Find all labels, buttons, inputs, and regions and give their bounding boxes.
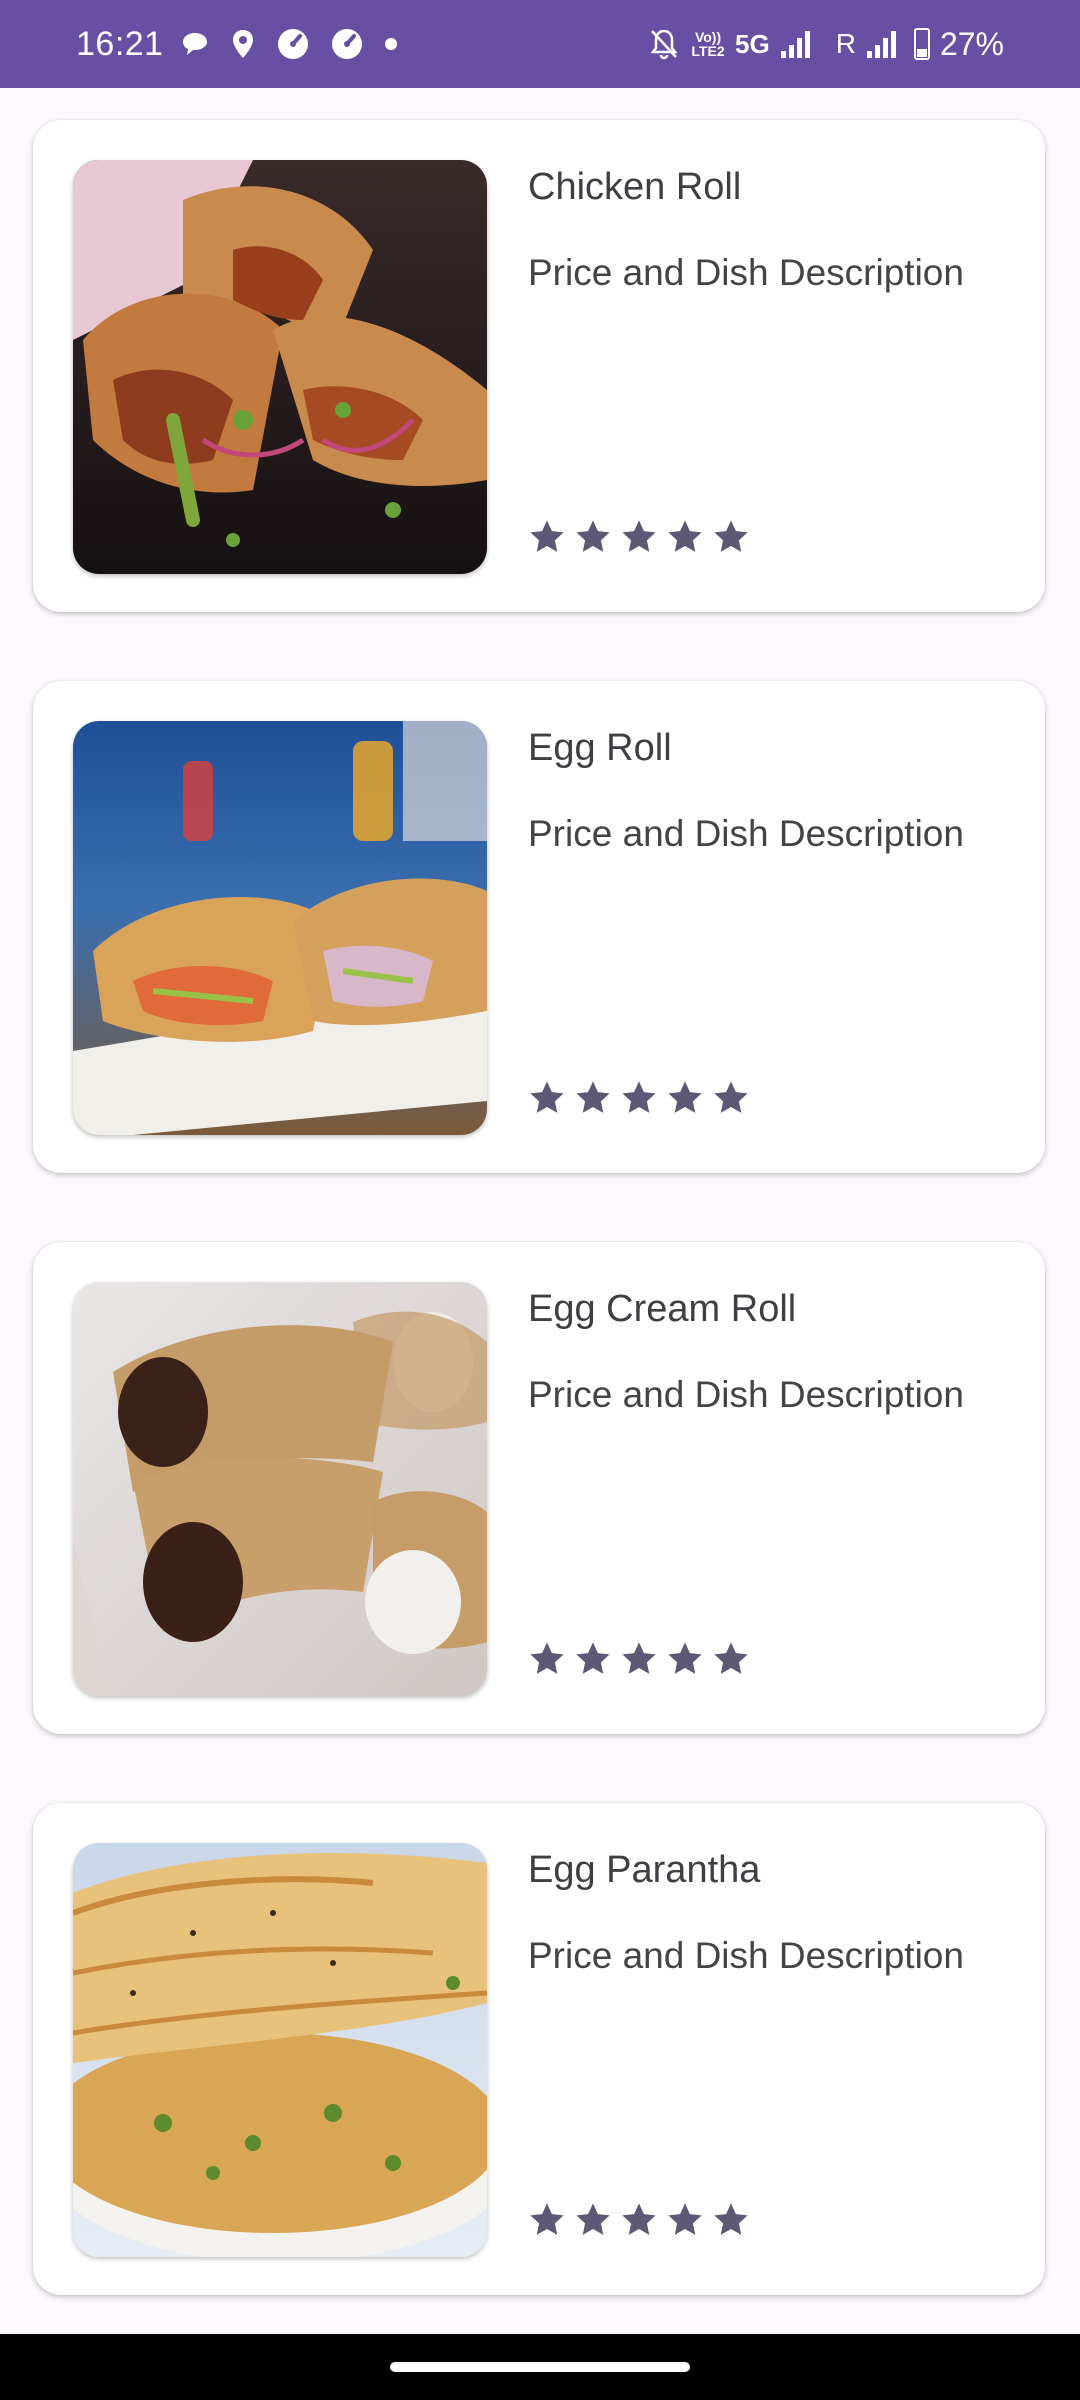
star-icon[interactable]: [528, 1640, 566, 1678]
star-icon[interactable]: [712, 1640, 750, 1678]
star-icon[interactable]: [712, 1079, 750, 1117]
volte-indicator: Vo)) LTE2: [691, 30, 725, 58]
dish-title: Egg Parantha: [528, 1849, 761, 1891]
dish-title: Egg Roll: [528, 727, 672, 769]
status-bar: 16:21 Vo)) LTE2 5G R 27%: [0, 0, 1080, 88]
dish-title: Chicken Roll: [528, 166, 742, 208]
dish-image-egg-cream-roll: [73, 1282, 487, 1696]
star-icon[interactable]: [666, 2201, 704, 2239]
signal-strength-icon-2: [866, 31, 896, 58]
speed-gauge-icon: [278, 29, 308, 59]
star-icon[interactable]: [528, 1079, 566, 1117]
signal-strength-icon: [780, 31, 810, 58]
system-icons: Vo)) LTE2 5G R 27%: [647, 22, 1004, 66]
dish-description: Price and Dish Description: [528, 1374, 964, 1415]
star-icon[interactable]: [620, 1079, 658, 1117]
speed-gauge-icon: [332, 29, 362, 59]
dot-icon: [385, 38, 397, 50]
navigation-bar: [0, 2334, 1080, 2400]
rating-stars[interactable]: [528, 1640, 750, 1678]
battery-percent: 27%: [939, 25, 1004, 62]
volte-bottom-label: LTE2: [691, 43, 725, 59]
star-icon[interactable]: [574, 1640, 612, 1678]
star-icon[interactable]: [528, 2201, 566, 2239]
star-icon[interactable]: [574, 2201, 612, 2239]
network-type: 5G: [735, 28, 770, 59]
rating-stars[interactable]: [528, 1079, 750, 1117]
location-pin-icon: [233, 30, 253, 58]
rating-stars[interactable]: [528, 518, 750, 556]
dish-description: Price and Dish Description: [528, 813, 964, 854]
star-icon[interactable]: [574, 1079, 612, 1117]
dish-title: Egg Cream Roll: [528, 1288, 797, 1330]
dish-card-chicken-roll[interactable]: Chicken Roll Price and Dish Description: [33, 120, 1045, 612]
dish-image-egg-parantha: [73, 1843, 487, 2257]
rating-stars[interactable]: [528, 2201, 750, 2239]
dish-description: Price and Dish Description: [528, 1935, 964, 1976]
status-time: 16:21: [76, 25, 164, 63]
chat-bubble-icon: [183, 33, 207, 55]
star-icon[interactable]: [712, 518, 750, 556]
star-icon[interactable]: [620, 1640, 658, 1678]
home-gesture-handle[interactable]: [390, 2362, 690, 2372]
dish-image-egg-roll: [73, 721, 487, 1135]
dish-image-chicken-roll: [73, 160, 487, 574]
notification-icons: [180, 26, 398, 62]
star-icon[interactable]: [574, 518, 612, 556]
battery-icon: [913, 28, 930, 60]
star-icon[interactable]: [620, 518, 658, 556]
dish-card-egg-roll[interactable]: Egg Roll Price and Dish Description: [33, 681, 1045, 1173]
star-icon[interactable]: [620, 2201, 658, 2239]
star-icon[interactable]: [528, 518, 566, 556]
bell-muted-icon: [650, 29, 678, 60]
dish-description: Price and Dish Description: [528, 252, 964, 293]
star-icon[interactable]: [666, 1079, 704, 1117]
roaming-indicator: R: [835, 28, 856, 59]
star-icon[interactable]: [666, 518, 704, 556]
star-icon[interactable]: [712, 2201, 750, 2239]
dish-card-egg-parantha[interactable]: Egg Parantha Price and Dish Description: [33, 1803, 1045, 2295]
star-icon[interactable]: [666, 1640, 704, 1678]
dish-card-egg-cream-roll[interactable]: Egg Cream Roll Price and Dish Descriptio…: [33, 1242, 1045, 1734]
